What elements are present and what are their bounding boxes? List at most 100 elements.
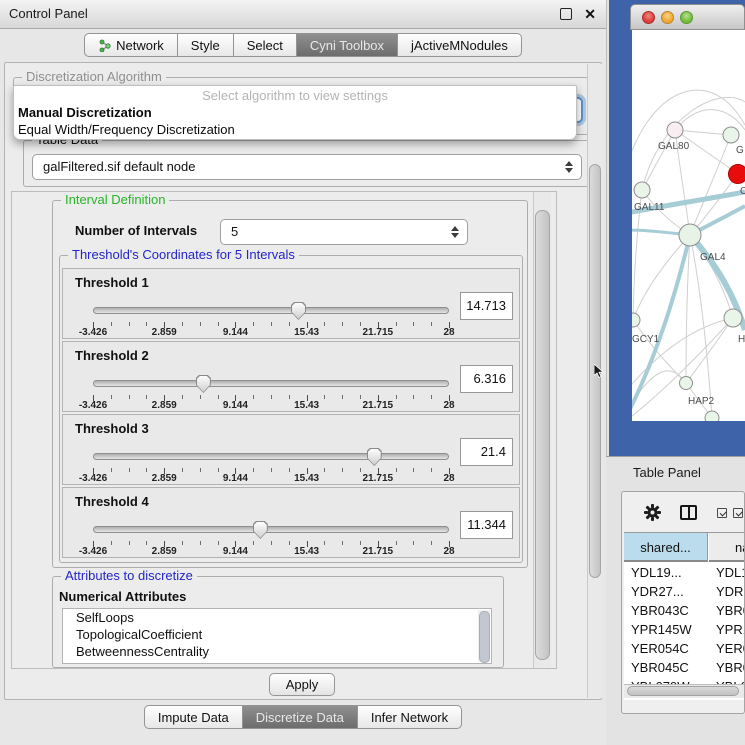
- tab-impute-data-label: Impute Data: [158, 710, 229, 725]
- minimize-traffic-light-icon[interactable]: [661, 11, 674, 24]
- checkbox-icon[interactable]: [733, 508, 743, 518]
- scrollbar-thumb[interactable]: [627, 686, 739, 696]
- table-horizontal-scrollbar[interactable]: [624, 684, 744, 698]
- tab-cyni-toolbox[interactable]: Cyni Toolbox: [296, 33, 398, 57]
- tab-select[interactable]: Select: [233, 33, 297, 57]
- tab-style[interactable]: Style: [177, 33, 234, 57]
- tab-style-label: Style: [191, 38, 220, 53]
- threshold-1-slider[interactable]: [93, 302, 449, 324]
- network-icon: [98, 39, 111, 52]
- dropdown-option-equal-width-frequency[interactable]: Equal Width/Frequency Discretization: [18, 122, 235, 137]
- tick-label: 21.715: [363, 400, 394, 411]
- table-data-combo[interactable]: galFiltered.sif default node: [32, 154, 582, 180]
- threshold-4-value-field[interactable]: 11.344: [460, 511, 513, 539]
- node-top-right[interactable]: [723, 127, 739, 143]
- tab-discretize-data[interactable]: Discretize Data: [242, 705, 358, 729]
- node-label-gal11: GAL11: [634, 202, 665, 213]
- table-row[interactable]: YER054CYER0: [624, 639, 744, 658]
- network-window-titlebar[interactable]: [630, 4, 745, 30]
- threshold-3-value-field[interactable]: 21.4: [460, 438, 513, 466]
- node-gcy1[interactable]: [632, 313, 640, 327]
- attributes-group-title: Attributes to discretize: [61, 569, 197, 583]
- node-gal80[interactable]: [667, 122, 683, 138]
- table-row[interactable]: YDR27...YDR2: [624, 582, 744, 601]
- node-gal4[interactable]: [679, 224, 701, 246]
- close-traffic-light-icon[interactable]: [642, 11, 655, 24]
- float-window-icon[interactable]: [560, 8, 572, 20]
- numerical-attributes-list[interactable]: SelfLoops TopologicalCoefficient Between…: [62, 608, 492, 664]
- split-columns-icon[interactable]: [680, 505, 697, 520]
- list-item-topologicalcoefficient[interactable]: TopologicalCoefficient: [63, 626, 491, 643]
- threshold-1-value-field[interactable]: 14.713: [460, 292, 513, 320]
- apply-button[interactable]: Apply: [269, 673, 335, 696]
- threshold-2-value-field[interactable]: 6.316: [460, 365, 513, 393]
- scrollbar-thumb[interactable]: [479, 611, 490, 663]
- tick-label: 28: [443, 473, 454, 484]
- threshold-3-slider[interactable]: [93, 448, 449, 470]
- control-panel-title: Control Panel: [9, 0, 88, 28]
- gear-icon[interactable]: [644, 504, 661, 521]
- tick-label: 28: [443, 546, 454, 557]
- table-row[interactable]: YDL19...YDL1: [624, 563, 744, 582]
- number-of-intervals-combo[interactable]: 5: [220, 219, 468, 245]
- threshold-3-panel: Threshold 3 -3.426 2.859 9.144 15.43: [62, 414, 520, 485]
- slider-track[interactable]: [93, 307, 449, 314]
- tab-network[interactable]: Network: [84, 33, 178, 57]
- column-header-name[interactable]: na: [709, 533, 744, 562]
- tick-label: 15.43: [294, 546, 319, 557]
- slider-thumb[interactable]: [291, 302, 306, 320]
- tab-infer-network[interactable]: Infer Network: [357, 705, 462, 729]
- table-row[interactable]: YPR145WYPR1: [624, 620, 744, 639]
- cell: YBR0: [716, 658, 744, 677]
- tab-impute-data[interactable]: Impute Data: [144, 705, 243, 729]
- cell: YDR2: [716, 582, 744, 601]
- cell: YDL1: [716, 563, 744, 582]
- table-row[interactable]: YBR045C YBR0: [624, 658, 744, 677]
- cell: YBR045C: [631, 658, 689, 677]
- table-panel-window: shared... na YDL19...YDL1 YDR27...YDR2 Y…: [621, 491, 745, 714]
- threshold-2-slider[interactable]: [93, 375, 449, 397]
- dropdown-option-manual-discretization[interactable]: Manual Discretization: [18, 105, 152, 120]
- network-canvas[interactable]: GAL80 G C GAL11 GAL4 GCY1 H HAP2: [632, 30, 745, 421]
- slider-thumb[interactable]: [367, 448, 382, 466]
- tab-select-label: Select: [247, 38, 283, 53]
- node-red-selected[interactable]: [729, 165, 745, 184]
- scrollbar-thumb[interactable]: [535, 210, 550, 660]
- close-icon[interactable]: ✕: [584, 0, 596, 28]
- threshold-1-label: Threshold 1: [75, 275, 149, 290]
- slider-track[interactable]: [93, 526, 449, 533]
- node-h[interactable]: [724, 309, 742, 327]
- slider-track[interactable]: [93, 380, 449, 387]
- combo-spinner-icon: [451, 226, 459, 238]
- number-of-intervals-label: Number of Intervals: [75, 223, 197, 238]
- tick-label: 28: [443, 327, 454, 338]
- node-hap2[interactable]: [680, 377, 693, 390]
- tick-label: 9.144: [223, 400, 248, 411]
- tick-label: -3.426: [79, 327, 107, 338]
- inner-vertical-scrollbar[interactable]: [533, 192, 551, 668]
- threshold-4-label: Threshold 4: [75, 494, 149, 509]
- tick-label: 15.43: [294, 327, 319, 338]
- node-gal11[interactable]: [634, 182, 650, 198]
- panel-vertical-scrollbar[interactable]: [587, 64, 602, 698]
- control-panel-window: Control Panel ✕ Network Style Select Cyn…: [0, 0, 607, 745]
- slider-thumb[interactable]: [253, 521, 268, 539]
- node-bottom[interactable]: [705, 411, 719, 421]
- list-item-betweennesscentrality[interactable]: BetweennessCentrality: [63, 643, 491, 660]
- attributes-list-scrollbar[interactable]: [478, 610, 490, 662]
- mouse-cursor: [594, 364, 605, 379]
- tab-cyni-toolbox-label: Cyni Toolbox: [310, 38, 384, 53]
- zoom-traffic-light-icon[interactable]: [680, 11, 693, 24]
- column-header-shared[interactable]: shared...: [624, 533, 708, 562]
- screen: Control Panel ✕ Network Style Select Cyn…: [0, 0, 745, 745]
- checkbox-icon[interactable]: [717, 508, 727, 518]
- table-row[interactable]: YBR043CYBR0: [624, 601, 744, 620]
- list-item-selfloops[interactable]: SelfLoops: [63, 609, 491, 626]
- threshold-3-label: Threshold 3: [75, 421, 149, 436]
- tab-jactivemnodules[interactable]: jActiveMNodules: [397, 33, 522, 57]
- slider-track[interactable]: [93, 453, 449, 460]
- slider-thumb[interactable]: [196, 375, 211, 393]
- algorithm-dropdown-popup: Select algorithm to view settings Manual…: [13, 85, 577, 140]
- number-of-intervals-value: 5: [231, 220, 238, 244]
- threshold-4-slider[interactable]: [93, 521, 449, 543]
